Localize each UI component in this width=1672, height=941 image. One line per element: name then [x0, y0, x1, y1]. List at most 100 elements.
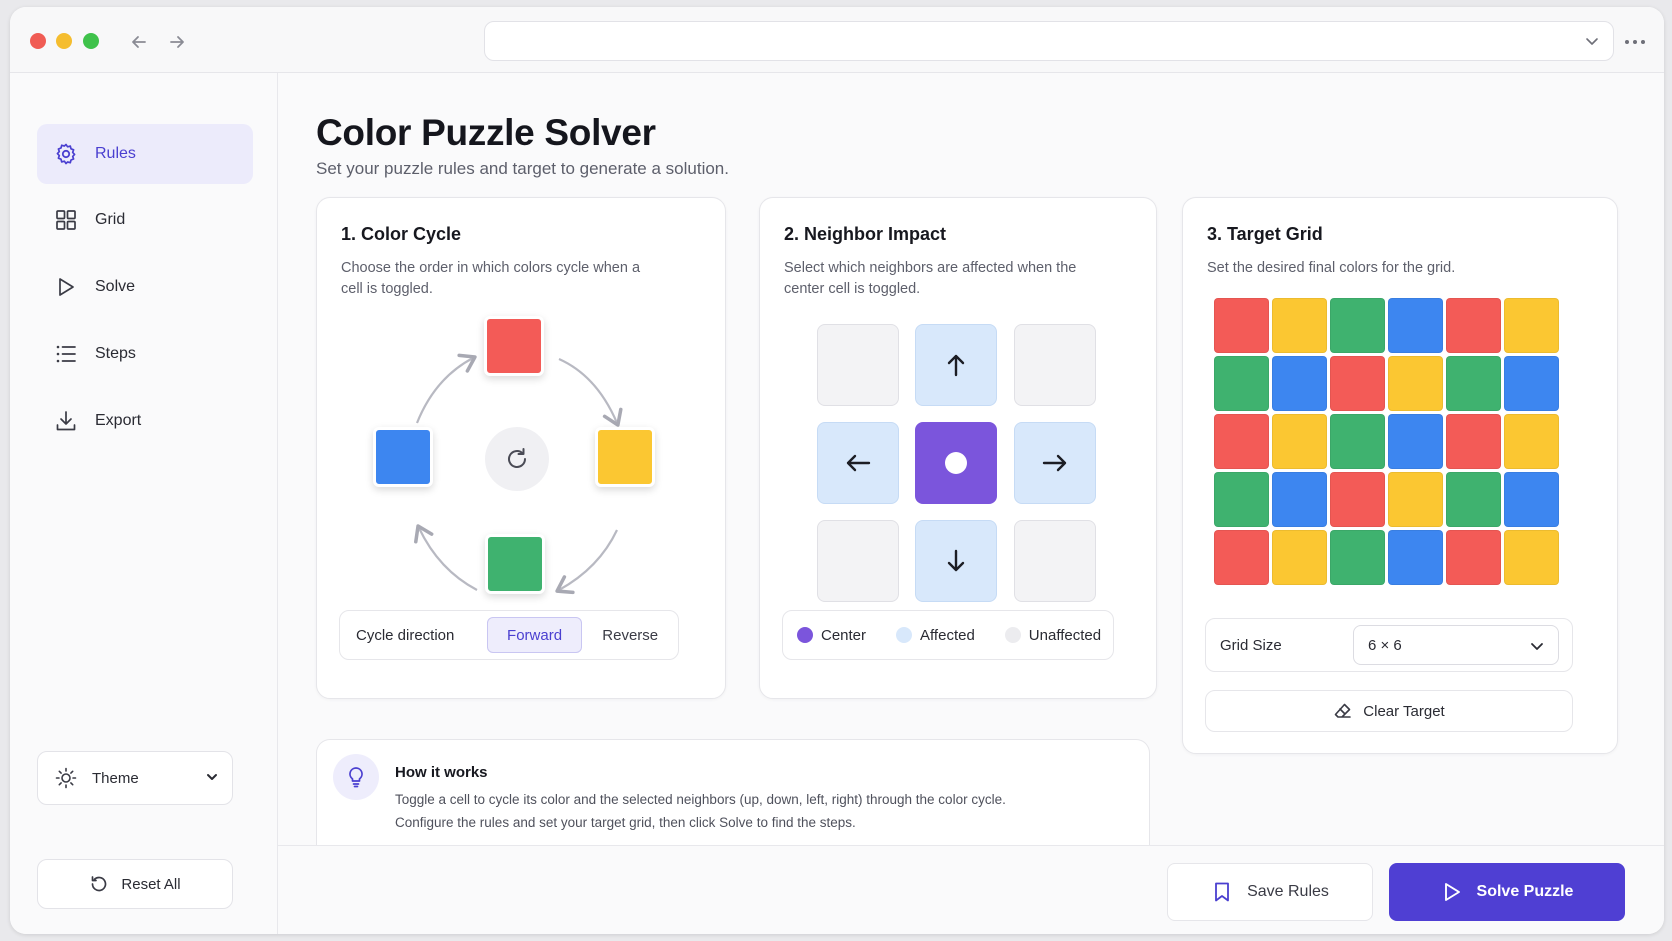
how-it-works-line: Configure the rules and set your target …: [395, 815, 856, 830]
cycle-color-red[interactable]: [484, 316, 544, 376]
target-cell[interactable]: [1446, 530, 1501, 585]
sidebar: Rules Grid Solve Steps Export Theme Rese…: [10, 73, 278, 934]
sidebar-item-solve[interactable]: Solve: [37, 257, 253, 317]
neighbor-cell-down[interactable]: [915, 520, 997, 602]
target-cell[interactable]: [1504, 356, 1559, 411]
target-grid: [1214, 298, 1559, 585]
cycle-refresh-button[interactable]: [485, 427, 549, 491]
solve-puzzle-label: Solve Puzzle: [1476, 883, 1574, 900]
arrow-left-icon: [132, 36, 146, 48]
target-cell[interactable]: [1446, 356, 1501, 411]
arrow-left-icon: [846, 454, 871, 472]
chevron-down-icon: [1528, 637, 1546, 659]
grid-size-select[interactable]: 6 × 6: [1353, 625, 1559, 665]
arrow-up-icon: [947, 354, 965, 377]
color-cycle-card: 1. Color Cycle Choose the order in which…: [316, 197, 726, 699]
target-cell[interactable]: [1272, 472, 1327, 527]
target-cell[interactable]: [1504, 530, 1559, 585]
target-cell[interactable]: [1330, 356, 1385, 411]
how-it-works-line: Toggle a cell to cycle its color and the…: [395, 792, 1006, 807]
target-cell[interactable]: [1214, 472, 1269, 527]
more-options-button[interactable]: [1622, 29, 1648, 55]
minimize-window-button[interactable]: [56, 33, 72, 49]
how-it-works-title: How it works: [395, 764, 488, 781]
target-cell[interactable]: [1504, 298, 1559, 353]
target-cell[interactable]: [1330, 298, 1385, 353]
legend-unaffected-label: Unaffected: [1028, 626, 1102, 644]
unaffected-swatch-icon: [1004, 627, 1021, 643]
center-swatch-icon: [797, 627, 813, 643]
target-cell[interactable]: [1214, 414, 1269, 469]
bookmark-icon: [1211, 881, 1233, 903]
chevron-down-icon[interactable]: [1583, 32, 1601, 55]
cycle-color-yellow[interactable]: [595, 427, 655, 487]
sidebar-item-grid[interactable]: Grid: [37, 190, 253, 250]
neighbor-impact-card: 2. Neighbor Impact Select which neighbor…: [759, 197, 1157, 699]
target-cell[interactable]: [1388, 356, 1443, 411]
clear-target-label: Clear Target: [1363, 702, 1445, 720]
address-bar[interactable]: [484, 21, 1614, 61]
target-cell[interactable]: [1272, 530, 1327, 585]
target-cell[interactable]: [1330, 414, 1385, 469]
reset-icon: [89, 874, 109, 894]
sidebar-item-export[interactable]: Export: [37, 391, 253, 451]
neighbor-legend: Center Affected Unaffected: [782, 610, 1114, 660]
refresh-icon: [508, 448, 526, 468]
how-it-works-panel: How it works Toggle a cell to cycle its …: [316, 739, 1150, 849]
neighbor-cell-bottom-right[interactable]: [1014, 520, 1096, 602]
cycle-direction-label: Cycle direction: [356, 626, 455, 644]
neighbor-cell-right[interactable]: [1014, 422, 1096, 504]
target-cell[interactable]: [1446, 298, 1501, 353]
neighbor-cell-left[interactable]: [817, 422, 899, 504]
sidebar-item-steps[interactable]: Steps: [37, 324, 253, 384]
target-cell[interactable]: [1388, 530, 1443, 585]
target-cell[interactable]: [1504, 414, 1559, 469]
forward-option[interactable]: Forward: [486, 617, 583, 653]
cycle-color-blue[interactable]: [373, 427, 433, 487]
neighbor-cell-up[interactable]: [915, 324, 997, 406]
target-cell[interactable]: [1388, 298, 1443, 353]
neighbor-cell-top-left[interactable]: [817, 324, 899, 406]
theme-select[interactable]: Theme: [37, 751, 233, 805]
sidebar-item-rules[interactable]: Rules: [37, 124, 253, 184]
target-cell[interactable]: [1504, 472, 1559, 527]
neighbor-cell-top-right[interactable]: [1014, 324, 1096, 406]
neighbor-cell-bottom-left[interactable]: [817, 520, 899, 602]
target-cell[interactable]: [1214, 530, 1269, 585]
target-cell[interactable]: [1330, 530, 1385, 585]
solve-puzzle-button[interactable]: Solve Puzzle: [1389, 863, 1625, 921]
legend-center: Center: [797, 627, 866, 644]
clear-target-button[interactable]: Clear Target: [1205, 690, 1573, 732]
legend-center-label: Center: [821, 626, 867, 644]
sun-icon: [54, 766, 78, 790]
arrow-right-icon: [170, 36, 184, 48]
cycle-color-green[interactable]: [485, 534, 545, 594]
target-cell[interactable]: [1214, 356, 1269, 411]
neighbor-cell-center[interactable]: [915, 422, 997, 504]
neighbor-impact-title: 2. Neighbor Impact: [784, 224, 947, 244]
reverse-option[interactable]: Reverse: [582, 617, 678, 653]
play-icon: [53, 274, 79, 300]
legend-affected-label: Affected: [920, 626, 975, 644]
target-cell[interactable]: [1272, 356, 1327, 411]
sidebar-item-label: Steps: [95, 345, 136, 362]
target-cell[interactable]: [1446, 414, 1501, 469]
target-cell[interactable]: [1214, 298, 1269, 353]
maximize-window-button[interactable]: [83, 33, 99, 49]
close-window-button[interactable]: [30, 33, 46, 49]
target-cell[interactable]: [1446, 472, 1501, 527]
target-cell[interactable]: [1388, 472, 1443, 527]
reset-all-button[interactable]: Reset All: [37, 859, 233, 909]
target-cell[interactable]: [1388, 414, 1443, 469]
grid-size-value: 6 × 6: [1368, 636, 1402, 654]
target-grid-title: 3. Target Grid: [1207, 224, 1323, 244]
arrow-right-icon: [1042, 454, 1067, 472]
target-cell[interactable]: [1272, 298, 1327, 353]
save-rules-label: Save Rules: [1247, 883, 1329, 900]
forward-button[interactable]: [164, 29, 190, 55]
save-rules-button[interactable]: Save Rules: [1167, 863, 1373, 921]
target-cell[interactable]: [1330, 472, 1385, 527]
gear-icon: [53, 141, 79, 167]
target-cell[interactable]: [1272, 414, 1327, 469]
back-button[interactable]: [126, 29, 152, 55]
